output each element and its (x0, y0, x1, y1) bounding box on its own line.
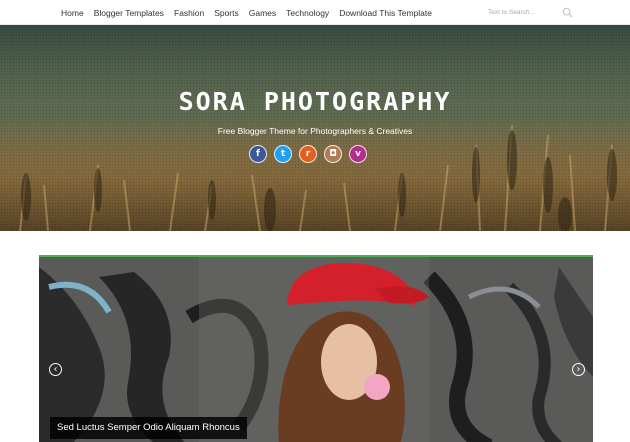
nav-item-games[interactable]: Games (249, 8, 276, 18)
nav-item-technology[interactable]: Technology (286, 8, 329, 18)
top-navigation: Home Blogger Templates Fashion Sports Ga… (0, 0, 630, 25)
slider-next-button[interactable]: › (572, 363, 585, 376)
circle-arrow-left-icon: ‹ (53, 363, 58, 375)
nav-item-home[interactable]: Home (61, 8, 84, 18)
nav-item-fashion[interactable]: Fashion (174, 8, 204, 18)
nav-item-sports[interactable]: Sports (214, 8, 239, 18)
circle-arrow-right-icon: › (576, 363, 581, 375)
search-icon[interactable] (562, 7, 573, 18)
nav-item-blogger-templates[interactable]: Blogger Templates (94, 8, 164, 18)
social-links: f t r ◘ v (249, 145, 374, 163)
site-tagline: Free Blogger Theme for Photographers & C… (217, 126, 413, 136)
nav-item-download-template[interactable]: Download This Template (339, 8, 432, 18)
nav-menu: Home Blogger Templates Fashion Sports Ga… (61, 0, 442, 25)
featured-slider: ‹ › Sed Luctus Semper Odio Aliquam Rhonc… (39, 255, 593, 442)
header-banner: SORA PHOTOGRAPHY Free Blogger Theme for … (0, 25, 630, 231)
search-box (482, 4, 578, 21)
instagram-icon[interactable]: ◘ (324, 145, 342, 163)
slide-image[interactable] (39, 257, 593, 442)
slider-prev-button[interactable]: ‹ (49, 363, 62, 376)
rss-icon[interactable]: r (299, 145, 317, 163)
slide-caption[interactable]: Sed Luctus Semper Odio Aliquam Rhoncus (50, 417, 247, 439)
facebook-icon[interactable]: f (249, 145, 267, 163)
search-input[interactable] (488, 7, 558, 18)
site-title[interactable]: SORA PHOTOGRAPHY (0, 87, 630, 116)
vimeo-icon[interactable]: v (349, 145, 367, 163)
twitter-icon[interactable]: t (274, 145, 292, 163)
